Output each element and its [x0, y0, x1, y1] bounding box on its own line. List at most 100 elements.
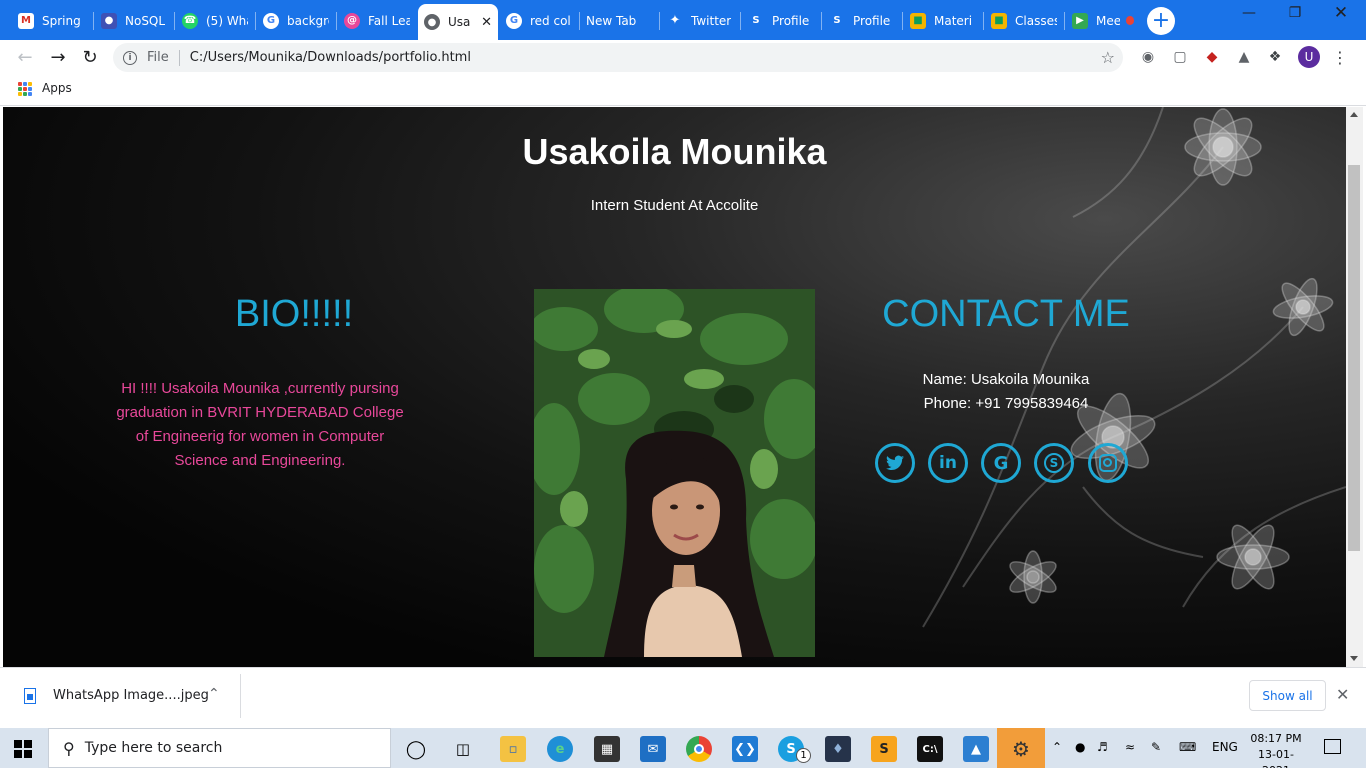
chrome-icon[interactable] [686, 736, 712, 762]
url-scheme: File [147, 50, 169, 65]
tab-meet[interactable]: ▶ Mee [1066, 5, 1140, 36]
tab-new-tab[interactable]: New Tab [580, 5, 658, 36]
scrollbar-thumb[interactable] [1348, 165, 1360, 551]
restore-button[interactable]: ❐ [1272, 0, 1318, 26]
notifications-icon[interactable] [1324, 739, 1341, 754]
tab-classes[interactable]: ■ Classes [985, 5, 1063, 36]
download-file-name[interactable]: WhatsApp Image....jpeg [53, 688, 209, 703]
address-bar[interactable]: i File C:/Users/Mounika/Downloads/portfo… [113, 43, 1123, 72]
reload-button[interactable]: ↻ [77, 44, 103, 70]
twitter-link[interactable] [875, 443, 915, 483]
meet-icon: ▶ [1072, 12, 1088, 29]
mail-icon[interactable]: ✉ [640, 736, 666, 762]
twitter-icon [886, 455, 904, 471]
instagram-link[interactable] [1088, 443, 1128, 483]
tab-materials[interactable]: ■ Materi [904, 5, 982, 36]
apps-grid-icon[interactable] [18, 82, 32, 96]
tab-label: Profile [772, 13, 810, 28]
scroll-down-arrow-icon[interactable] [1350, 656, 1358, 661]
linkedin-link[interactable]: in [928, 443, 968, 483]
task-view-icon[interactable]: ◫ [450, 736, 476, 762]
tab-spring[interactable]: M Spring [12, 5, 90, 36]
whatsapp-icon: ☎ [182, 12, 198, 29]
clock-date: 13-01-2021 [1258, 748, 1294, 768]
chevron-up-icon[interactable]: ⌃ [208, 686, 220, 702]
photos-icon[interactable]: ▲ [963, 736, 989, 762]
wifi-icon[interactable]: ≈ [1125, 740, 1135, 754]
minimize-button[interactable]: — [1226, 0, 1272, 26]
back-button[interactable]: ← [12, 44, 38, 70]
classroom-icon: ■ [991, 12, 1007, 29]
tab-label: Classes [1015, 13, 1057, 28]
cortana-icon[interactable]: ◯ [403, 736, 429, 762]
skype-icon: S [833, 15, 841, 26]
apps-bookmark[interactable]: Apps [42, 81, 72, 95]
close-icon[interactable]: ✕ [481, 15, 492, 30]
vscode-icon[interactable]: ❮❯ [732, 736, 758, 762]
tab-strip: M Spring ● NoSQL ☎ (5) Wha G backgro @ F… [0, 0, 1366, 40]
edge-icon[interactable]: e [547, 736, 573, 762]
window-close-button[interactable]: ✕ [1318, 0, 1364, 26]
tab-nosql[interactable]: ● NoSQL [95, 5, 173, 36]
language-indicator[interactable]: ENG [1212, 740, 1238, 754]
puzzle-icon[interactable]: ❖ [1266, 48, 1284, 66]
page-scrollbar[interactable] [1346, 107, 1363, 667]
speaker-icon[interactable]: ♬ [1097, 740, 1108, 754]
tab-label: (5) Wha [206, 13, 248, 28]
scroll-up-arrow-icon[interactable] [1350, 112, 1358, 117]
tab-label: Materi [934, 13, 973, 28]
tab-label: NoSQL [125, 13, 166, 28]
globe-icon: ● [424, 14, 440, 30]
windows-start-icon[interactable] [14, 740, 32, 758]
tab-label: Profile [853, 13, 891, 28]
url-text[interactable]: C:/Users/Mounika/Downloads/portfolio.htm… [190, 50, 471, 65]
store-icon[interactable]: ▦ [594, 736, 620, 762]
tab-fall-leaves[interactable]: @ Fall Lea [338, 5, 416, 36]
keyboard-icon[interactable]: ⌨ [1179, 740, 1196, 754]
tab-background[interactable]: G backgro [257, 5, 335, 36]
contact-phone: Phone: +91 7995839464 [923, 395, 1089, 412]
search-icon: ⚲ [63, 738, 75, 758]
taskbar-search[interactable]: ⚲ Type here to search [48, 728, 391, 768]
microphone-icon[interactable]: ● [1075, 740, 1085, 754]
extension-box-icon[interactable]: ▢ [1171, 48, 1189, 66]
chevron-up-icon[interactable]: ⌃ [1052, 740, 1062, 754]
profile-avatar[interactable]: U [1298, 46, 1320, 68]
tab-label: Mee [1096, 13, 1120, 28]
bio-heading: BIO!!!!! [234, 293, 354, 335]
instagram-icon [1099, 454, 1117, 472]
sublime-text-icon[interactable]: S [871, 736, 897, 762]
bookmark-star-icon[interactable]: ☆ [1101, 48, 1115, 67]
settings-gear-icon[interactable]: ⚙ [1008, 736, 1034, 762]
analytics-icon[interactable]: ▲ [1235, 48, 1253, 66]
info-icon[interactable]: i [123, 50, 137, 65]
skype-icon: S [1044, 453, 1064, 473]
new-tab-button[interactable]: + [1147, 7, 1175, 35]
tab-label: Usa [448, 15, 471, 29]
tab-profile-1[interactable]: S Profile [742, 5, 820, 36]
show-all-button[interactable]: Show all [1249, 680, 1326, 711]
pen-icon[interactable]: ✎ [1151, 740, 1161, 754]
close-download-bar-icon[interactable]: ✕ [1336, 685, 1349, 704]
image-file-icon[interactable] [24, 688, 36, 704]
tab-label: backgro [287, 13, 329, 28]
tab-whatsapp[interactable]: ☎ (5) Wha [176, 5, 254, 36]
camera-icon[interactable]: ◉ [1139, 48, 1157, 66]
command-prompt-icon[interactable]: C:\ [917, 736, 943, 762]
tab-twitter[interactable]: ✦ Twitter [661, 5, 739, 36]
tab-red-color[interactable]: G red col [500, 5, 578, 36]
google-link[interactable]: G [981, 443, 1021, 483]
shield-icon[interactable]: ◆ [1203, 48, 1221, 66]
forward-button[interactable]: → [45, 44, 71, 70]
taskbar-clock[interactable]: 08:17 PM 13-01-2021 [1246, 731, 1306, 768]
tab-profile-2[interactable]: S Profile [823, 5, 901, 36]
tab-active-portfolio[interactable]: ● Usa ✕ [418, 4, 498, 40]
classroom-icon: ● [101, 12, 117, 29]
tab-label: red col [530, 13, 571, 28]
file-explorer-icon[interactable]: ▫ [500, 736, 526, 762]
menu-dots-icon[interactable]: ⋮ [1331, 48, 1349, 67]
portrait-image [534, 289, 815, 657]
skype-link[interactable]: S [1034, 443, 1074, 483]
tab-label: Twitter [691, 13, 732, 28]
mongodb-compass-icon[interactable]: ♦ [825, 736, 851, 762]
